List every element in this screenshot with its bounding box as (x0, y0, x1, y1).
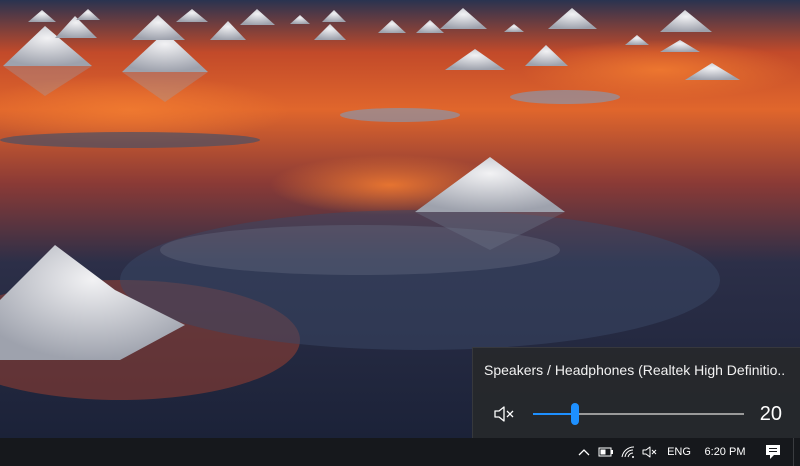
battery-icon (598, 447, 614, 457)
volume-slider-thumb[interactable] (571, 403, 580, 425)
volume-value: 20 (759, 403, 782, 425)
taskbar: ENG 6:20 PM (0, 438, 800, 466)
audio-device-name[interactable]: Speakers / Headphones (Realtek High Defi… (484, 362, 784, 378)
volume-tray-button[interactable] (639, 438, 661, 466)
input-language-button[interactable]: ENG (661, 438, 697, 466)
action-center-button[interactable] (753, 438, 793, 466)
show-desktop-button[interactable] (793, 438, 800, 466)
action-center-icon (765, 444, 781, 460)
volume-slider[interactable] (533, 403, 744, 425)
network-button[interactable] (617, 438, 639, 466)
speaker-mute-icon (642, 446, 658, 458)
battery-button[interactable] (595, 438, 617, 466)
mute-button[interactable] (487, 402, 521, 426)
volume-flyout: Speakers / Headphones (Realtek High Defi… (472, 347, 800, 438)
wifi-icon (620, 445, 636, 459)
chevron-up-icon (578, 448, 590, 456)
speaker-mute-icon (493, 405, 515, 423)
desktop: Speakers / Headphones (Realtek High Defi… (0, 0, 800, 466)
clock-button[interactable]: 6:20 PM (697, 438, 753, 466)
show-hidden-icons-button[interactable] (573, 438, 595, 466)
volume-slider-fill (533, 413, 576, 415)
